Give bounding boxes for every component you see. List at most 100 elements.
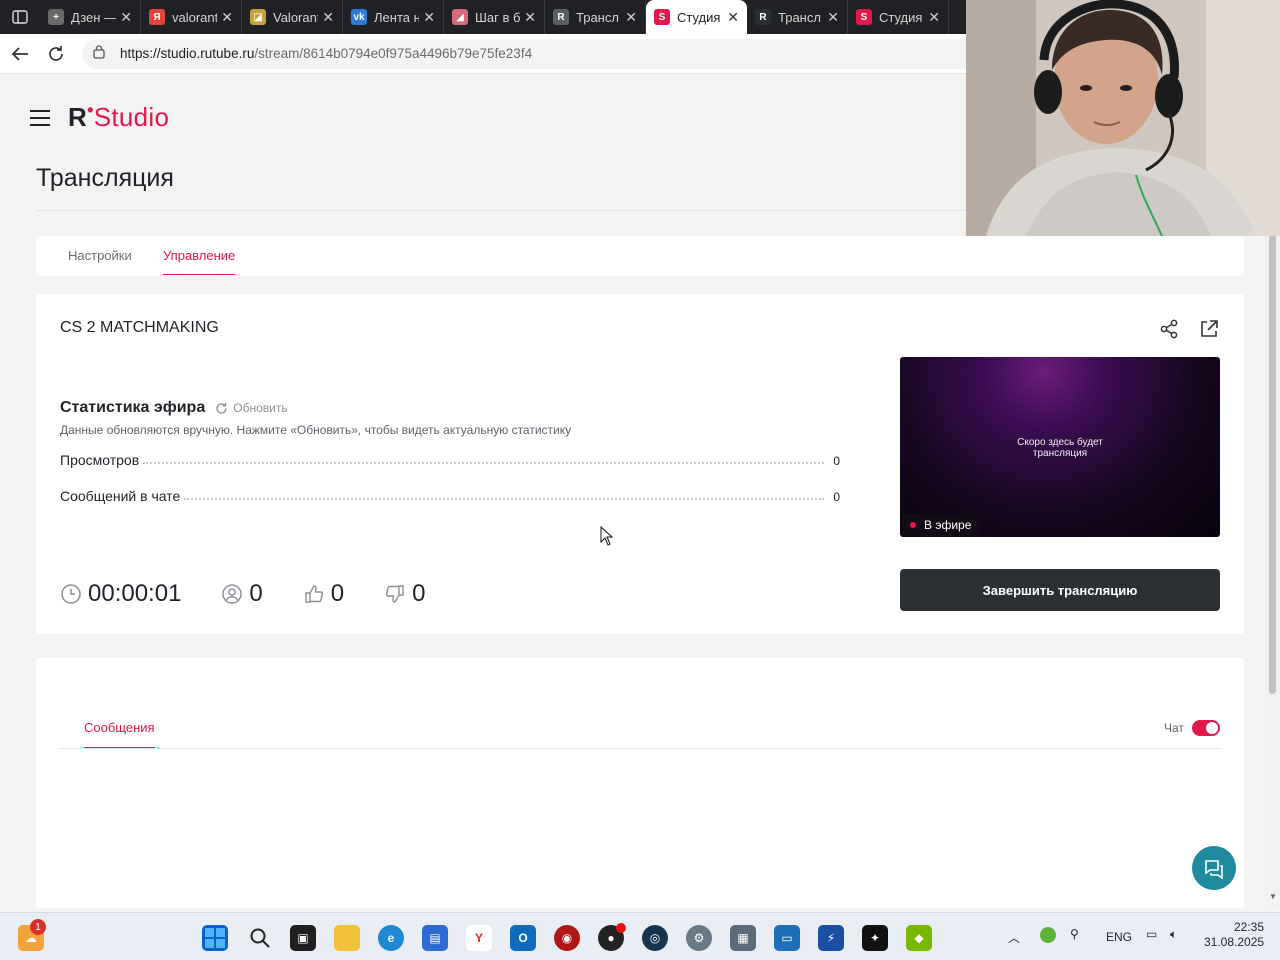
language-indicator[interactable]: ENG: [1106, 930, 1132, 944]
tab-actions-icon[interactable]: [0, 0, 40, 34]
site-info-icon[interactable]: [92, 45, 112, 62]
mouse-cursor-icon: [600, 526, 614, 546]
tray-display-icon[interactable]: ▭: [1146, 927, 1157, 941]
end-stream-button[interactable]: Завершить трансляцию: [900, 569, 1220, 611]
tab-control[interactable]: Управление: [163, 248, 236, 275]
tab-favicon-icon: R: [755, 9, 771, 25]
file-explorer-icon[interactable]: [334, 925, 360, 951]
webcam-person-image: [966, 0, 1280, 236]
app-red-icon[interactable]: ◉: [554, 925, 580, 951]
logo-dot: •: [87, 100, 94, 120]
tab-favicon-icon: ◢: [452, 9, 468, 25]
app-screen-icon[interactable]: ▭: [774, 925, 800, 951]
tab-favicon-icon: ◪: [250, 9, 266, 25]
chat-messages-label: Сообщений в чате: [60, 488, 181, 504]
scroll-down-arrow-icon[interactable]: ▼: [1269, 892, 1277, 901]
rutube-studio-logo[interactable]: R•Studio: [68, 100, 169, 133]
reload-icon[interactable]: [38, 36, 74, 72]
tab-title: Студия: [677, 9, 721, 25]
browser-tab[interactable]: R Трансл ✕: [545, 0, 646, 34]
yandex-browser-icon[interactable]: Y: [466, 925, 492, 951]
clock-date: 31.08.2025: [1204, 935, 1265, 949]
store-icon[interactable]: ▤: [422, 925, 448, 951]
stream-control-card: CS 2 MATCHMAKING Статистика эфира Обнови…: [36, 294, 1244, 634]
refresh-label: Обновить: [233, 401, 288, 415]
menu-burger-icon[interactable]: [30, 110, 50, 126]
tab-favicon-icon: +: [48, 9, 64, 25]
browser-tab[interactable]: S Студия ✕: [848, 0, 949, 34]
back-arrow-icon[interactable]: [2, 36, 38, 72]
tray-app-icon[interactable]: [1040, 927, 1056, 943]
tab-title: Трансл: [778, 9, 821, 25]
search-icon[interactable]: [247, 925, 273, 951]
tab-favicon-icon: Я: [149, 9, 165, 25]
tab-close-icon[interactable]: ✕: [727, 9, 739, 26]
stream-name: CS 2 MATCHMAKING: [60, 319, 219, 336]
tab-favicon-icon: R: [553, 9, 569, 25]
nvidia-icon[interactable]: ◆: [906, 925, 932, 951]
tray-volume-icon[interactable]: 🔈︎: [1170, 927, 1177, 942]
stats-note: Данные обновляются вручную. Нажмите «Обн…: [60, 423, 572, 437]
browser-tab[interactable]: vk Лента н ✕: [343, 0, 444, 34]
viewers-counter: 0: [221, 580, 263, 608]
tab-title: Трансл: [576, 9, 619, 25]
share-icon[interactable]: [1158, 318, 1180, 340]
tab-title: valorant: [172, 9, 218, 25]
duration-counter: 00:00:01: [60, 580, 181, 608]
tray-overflow-chevron-icon[interactable]: ︿: [1008, 929, 1020, 946]
messages-divider: [60, 748, 1220, 749]
preview-text-line-2: трансляция: [1032, 448, 1088, 459]
live-label: В эфире: [924, 518, 972, 532]
likes-value: 0: [330, 580, 345, 607]
tab-close-icon[interactable]: ✕: [423, 9, 435, 26]
chat-toggle-label: Чат: [1164, 721, 1184, 735]
chat-toggle[interactable]: [1192, 720, 1220, 736]
dislikes-value: 0: [412, 580, 426, 607]
tab-close-icon[interactable]: ✕: [322, 9, 334, 26]
duration-value: 00:00:01: [88, 580, 182, 607]
browser-tab[interactable]: ◪ Valorant ✕: [242, 0, 343, 34]
refresh-button[interactable]: Обновить: [215, 401, 288, 415]
browser-tab[interactable]: ◢ Шаг в б ✕: [444, 0, 545, 34]
settings-gear-icon[interactable]: ⚙: [686, 925, 712, 951]
tab-messages[interactable]: Сообщения: [84, 720, 155, 748]
tab-close-icon[interactable]: ✕: [221, 9, 233, 26]
messages-card: Сообщения Чат: [36, 658, 1244, 908]
browser-tab[interactable]: S Студия ✕: [646, 0, 747, 34]
support-chat-button[interactable]: [1192, 846, 1236, 890]
task-view-icon[interactable]: ▣: [290, 925, 316, 951]
viewers-value: 0: [249, 580, 263, 607]
tab-title: Дзен —: [71, 9, 117, 25]
tab-close-icon[interactable]: ✕: [827, 9, 839, 26]
views-value: 0: [833, 454, 840, 468]
views-label: Просмотров: [60, 452, 140, 468]
tab-close-icon[interactable]: ✕: [524, 9, 536, 26]
preview-text-line-1: Скоро здесь будет: [1017, 437, 1103, 448]
likes-counter: 0: [303, 580, 344, 608]
windows-start-icon[interactable]: [202, 925, 228, 951]
open-external-icon[interactable]: [1198, 318, 1220, 340]
clock-time: 22:35: [1233, 920, 1264, 934]
app-lightning-icon[interactable]: ⚡: [818, 925, 844, 951]
app-tools-icon[interactable]: ▦: [730, 925, 756, 951]
user-icon: [222, 584, 243, 604]
browser-tab[interactable]: Яvalorant ✕: [141, 0, 242, 34]
tab-close-icon[interactable]: ✕: [625, 9, 637, 26]
chat-messages-row: Сообщений в чате 0: [60, 488, 840, 504]
steam-icon[interactable]: ◎: [642, 925, 668, 951]
tray-network-icon[interactable]: ⚲: [1070, 927, 1079, 941]
scrollbar-thumb[interactable]: [1269, 234, 1276, 694]
dotted-leader: [143, 462, 824, 464]
taskbar-clock[interactable]: 22:35 31.08.2025: [1204, 920, 1264, 950]
tab-close-icon[interactable]: ✕: [928, 9, 940, 26]
tab-settings[interactable]: Настройки: [68, 248, 132, 274]
edge-browser-icon[interactable]: e: [378, 925, 404, 951]
outlook-icon[interactable]: O: [510, 925, 536, 951]
browser-tab[interactable]: + Дзен — ✕: [40, 0, 141, 34]
url-host: https://studio.rutube.ru: [120, 46, 255, 61]
tab-title: Шаг в б: [475, 9, 521, 25]
cs2-icon[interactable]: ✦: [862, 925, 888, 951]
browser-tab[interactable]: R Трансл ✕: [747, 0, 848, 34]
stream-preview[interactable]: Скоро здесь будет трансляция В эфире: [900, 357, 1220, 537]
tab-close-icon[interactable]: ✕: [120, 9, 132, 26]
